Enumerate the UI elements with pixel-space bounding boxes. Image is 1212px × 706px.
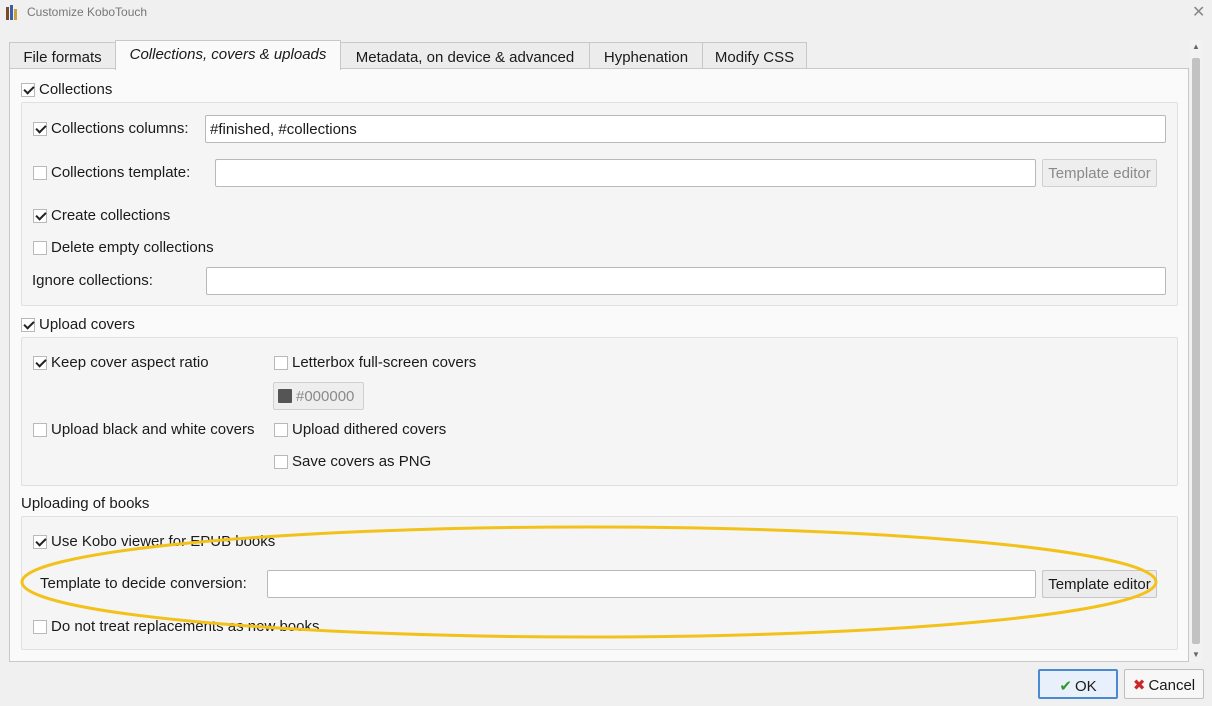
bw-covers-checkbox[interactable] [33,423,47,437]
letterbox-covers-label: Letterbox full-screen covers [292,354,477,371]
png-covers-checkbox[interactable] [274,455,288,469]
scroll-up-icon[interactable]: ▲ [1189,40,1203,54]
collections-columns-checkbox[interactable] [33,122,47,136]
conversion-template-editor-button[interactable]: Template editor [1042,570,1157,598]
ignore-collections-input[interactable] [206,267,1166,295]
letterbox-color-value: #000000 [296,388,355,405]
letterbox-covers-checkbox[interactable] [274,356,288,370]
tab-file-formats[interactable]: File formats [9,42,116,69]
create-collections-checkbox[interactable] [33,209,47,223]
bw-covers-label: Upload black and white covers [51,421,255,438]
collections-columns-input[interactable]: #finished, #collections [205,115,1166,143]
window-title: Customize KoboTouch [27,5,148,19]
collections-template-editor-button[interactable]: Template editor [1042,159,1157,187]
ok-label: OK [1074,678,1097,695]
tab-hyphenation[interactable]: Hyphenation [589,42,703,69]
no-replacements-label: Do not treat replacements as new books [51,618,320,635]
upload-covers-checkbox[interactable] [21,318,35,332]
uploading-section-title: Uploading of books [21,495,150,512]
scroll-down-icon[interactable]: ▼ [1189,648,1203,662]
color-swatch [278,389,292,403]
scroll-thumb[interactable] [1192,58,1200,644]
title-bar: Customize KoboTouch ✕ [0,0,1212,26]
kobo-viewer-checkbox[interactable] [33,535,47,549]
collections-columns-label: Collections columns: [51,120,189,137]
check-icon: ✔ [1059,678,1072,695]
letterbox-color-button[interactable]: #000000 [273,382,364,410]
no-replacements-checkbox[interactable] [33,620,47,634]
vertical-scrollbar[interactable]: ▲ ▼ [1189,40,1203,662]
dithered-covers-checkbox[interactable] [274,423,288,437]
collections-label: Collections [39,81,113,98]
calibre-books-icon [6,5,20,20]
keep-aspect-ratio-label: Keep cover aspect ratio [51,354,209,371]
collections-template-input[interactable] [215,159,1036,187]
tab-collections-covers-uploads[interactable]: Collections, covers & uploads [115,40,341,70]
close-icon[interactable]: ✕ [1192,2,1205,22]
create-collections-label: Create collections [51,207,171,224]
tab-modify-css[interactable]: Modify CSS [702,42,807,69]
conversion-template-input[interactable] [267,570,1036,598]
ok-button[interactable]: ✔ OK [1038,669,1118,699]
cancel-button[interactable]: ✖ Cancel [1124,669,1204,699]
ignore-collections-label: Ignore collections: [32,272,153,289]
keep-aspect-ratio-checkbox[interactable] [33,356,47,370]
cancel-label: Cancel [1148,677,1196,694]
cancel-icon: ✖ [1132,677,1146,694]
png-covers-label: Save covers as PNG [292,453,432,470]
tab-metadata-device-advanced[interactable]: Metadata, on device & advanced [340,42,590,69]
collections-template-checkbox[interactable] [33,166,47,180]
conversion-template-label: Template to decide conversion: [40,575,247,592]
kobo-viewer-label: Use Kobo viewer for EPUB books [51,533,276,550]
collections-template-label: Collections template: [51,164,191,181]
delete-empty-collections-label: Delete empty collections [51,239,214,256]
delete-empty-collections-checkbox[interactable] [33,241,47,255]
collections-checkbox[interactable] [21,83,35,97]
upload-covers-label: Upload covers [39,316,135,333]
dithered-covers-label: Upload dithered covers [292,421,447,438]
